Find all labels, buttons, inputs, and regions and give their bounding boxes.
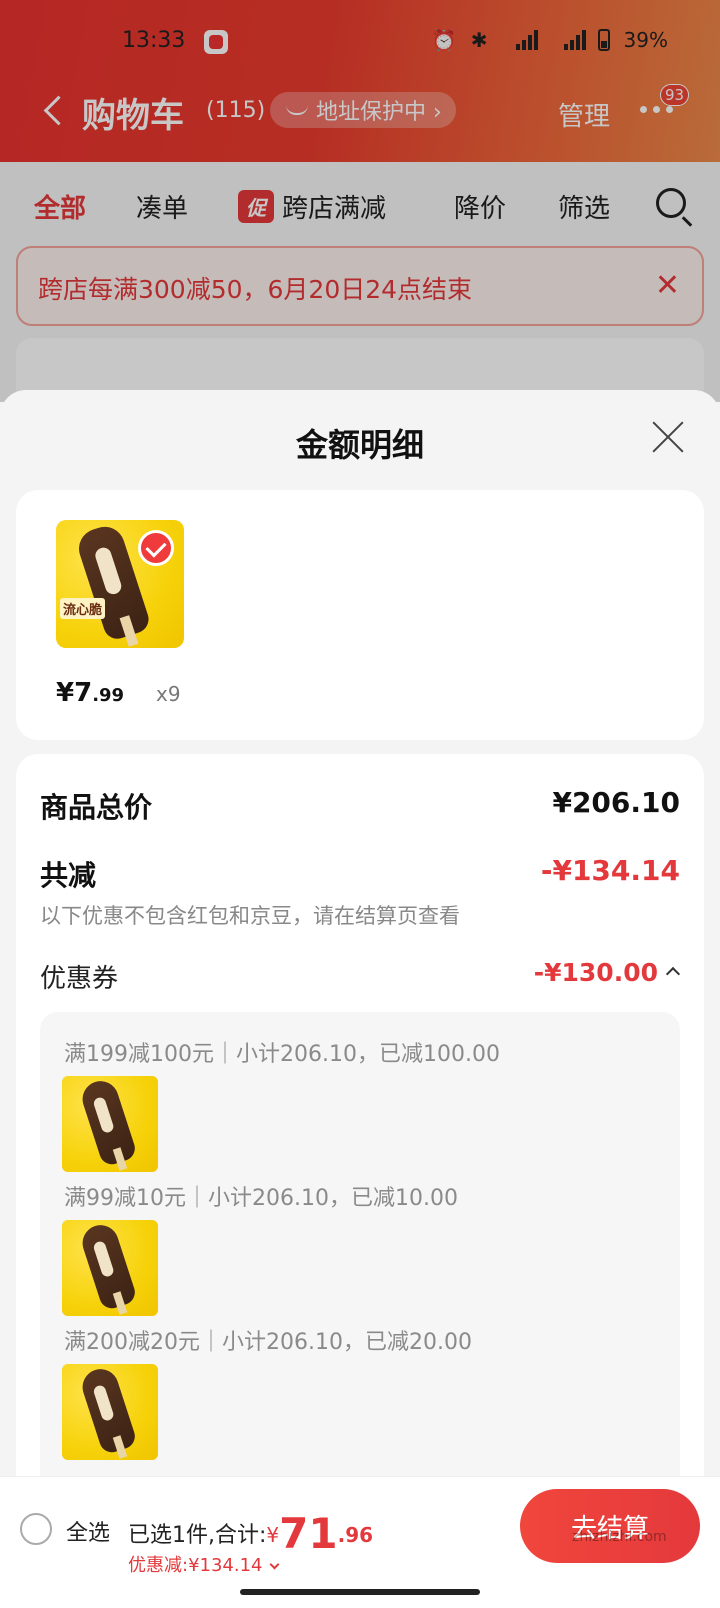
product-image xyxy=(62,1364,158,1460)
checkout-bar: 全选 已选1件,合计:¥71.96 优惠减:¥134.14 去结算 zhizhi… xyxy=(0,1476,720,1608)
amount-detail-sheet: 金额明细 流心脆 ¥7.99 x9 商品总价 ¥206.10 共减 -¥134.… xyxy=(0,390,720,1608)
checkmark-icon xyxy=(138,530,174,566)
coupon-rule: 满199减100元｜小计206.10，已减100.00 xyxy=(64,1042,500,1067)
coupon-rule: 满200减20元｜小计206.10，已减20.00 xyxy=(64,1330,472,1355)
product-price: ¥7.99 xyxy=(56,678,125,708)
reduction-hint: 以下优惠不包含红包和京豆，请在结算页查看 xyxy=(40,904,460,928)
select-all-checkbox[interactable] xyxy=(20,1513,52,1545)
coupon-product-thumb xyxy=(62,1076,158,1172)
product-quantity: x9 xyxy=(156,682,181,706)
product-image xyxy=(62,1076,158,1172)
checkout-button[interactable]: 去结算 xyxy=(520,1489,700,1563)
coupon-value: -¥130.00 xyxy=(533,958,658,987)
home-indicator[interactable] xyxy=(240,1589,480,1595)
total-amount: 71 xyxy=(279,1509,338,1558)
selected-prefix: 已选1件,合计: xyxy=(128,1523,267,1548)
sheet-title: 金额明细 xyxy=(295,426,424,464)
product-thumbnail[interactable]: 流心脆 xyxy=(56,520,184,648)
coupon-rule: 满99减10元｜小计206.10，已减10.00 xyxy=(64,1186,458,1211)
product-brand-text: 流心脆 xyxy=(60,598,106,619)
select-all-label[interactable]: 全选 xyxy=(66,1515,110,1547)
total-price-value: ¥206.10 xyxy=(552,786,680,819)
coupon-product-thumb xyxy=(62,1364,158,1460)
coupon-product-thumb xyxy=(62,1220,158,1316)
selected-product-card: 流心脆 ¥7.99 x9 xyxy=(16,490,704,740)
modal-overlay[interactable] xyxy=(0,0,720,402)
watermark: zhizhizhi.com xyxy=(572,1529,667,1545)
total-reduction-value: -¥134.14 xyxy=(540,854,680,887)
close-icon[interactable] xyxy=(650,418,686,454)
coupon-label: 优惠券 xyxy=(40,964,119,994)
total-reduction-label: 共减 xyxy=(40,859,97,892)
coupon-toggle[interactable]: -¥130.00 xyxy=(533,958,681,987)
chevron-up-icon xyxy=(665,966,681,982)
total-price-label: 商品总价 xyxy=(40,791,153,824)
chevron-down-icon xyxy=(269,1559,279,1570)
product-image xyxy=(62,1220,158,1316)
discount-summary[interactable]: 优惠减:¥134.14 xyxy=(128,1551,279,1577)
